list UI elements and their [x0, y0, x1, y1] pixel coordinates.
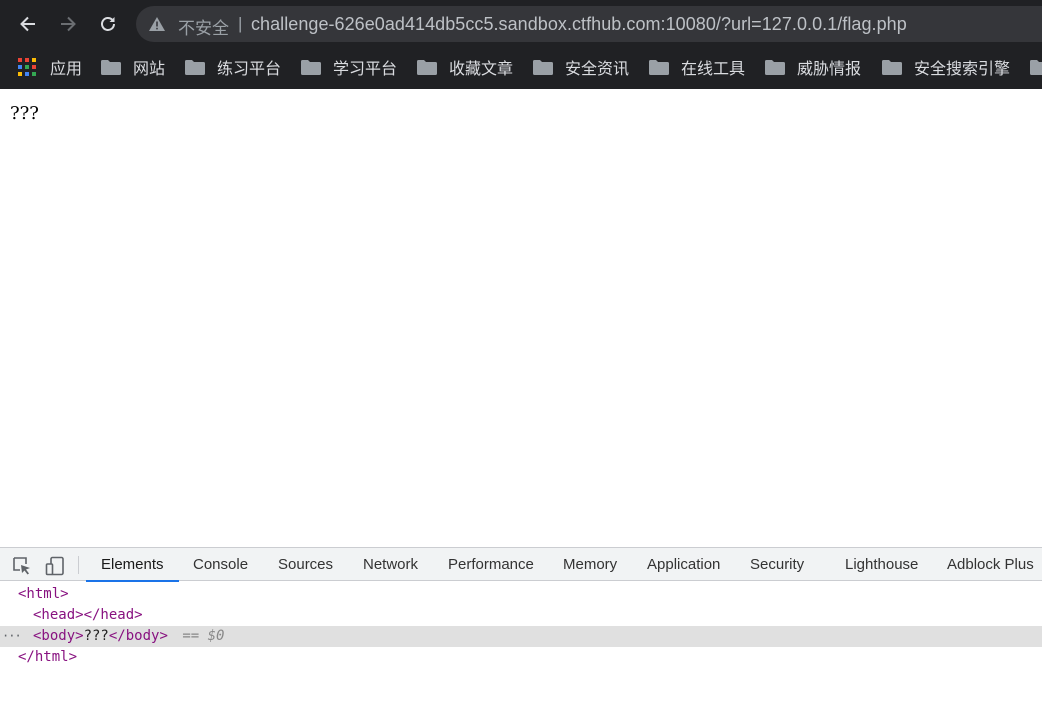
tab-adblock-plus[interactable]: Adblock Plus [947, 548, 1034, 581]
body-text-node: ??? [83, 628, 109, 644]
bookmark-folder[interactable]: 威胁情报 [765, 54, 861, 80]
forward-button[interactable] [54, 10, 82, 38]
bookmark-folder[interactable]: 在线工具 [649, 54, 745, 80]
bookmark-apps[interactable]: 应用 [18, 54, 82, 80]
page-body-text: ??? [10, 103, 39, 124]
dom-node-html-open[interactable]: <html> [0, 584, 1042, 605]
reload-button[interactable] [94, 10, 122, 38]
url-text[interactable]: challenge-626e0ad414db5cc5.sandbox.ctfhu… [251, 14, 907, 35]
bookmark-label: 安全资讯 [565, 59, 630, 78]
bookmarks-bar: 应用 网站 练习平台 学习平台 收藏文章 安全资讯 在线工具 威胁情报 安全搜索… [0, 50, 1042, 82]
bookmark-overflow-folder[interactable] [1030, 54, 1042, 80]
folder-icon [185, 59, 205, 75]
navigation-bar: 不安全 | challenge-626e0ad414db5cc5.sandbox… [0, 0, 1042, 48]
dom-node-html-close[interactable]: </html> [0, 647, 1042, 668]
selected-node-marker: == $0 [182, 628, 225, 644]
bookmark-folder[interactable]: 学习平台 [301, 54, 397, 80]
html-open-tag: <html> [18, 586, 69, 602]
folder-icon [649, 59, 669, 75]
folder-icon [765, 59, 785, 75]
bookmark-folder[interactable]: 练习平台 [185, 54, 281, 80]
tab-security[interactable]: Security [750, 548, 804, 581]
inspect-element-icon[interactable] [12, 556, 32, 576]
tab-application[interactable]: Application [647, 548, 720, 581]
bookmark-label: 在线工具 [681, 59, 746, 78]
tab-sources[interactable]: Sources [278, 548, 333, 581]
arrow-left-icon [20, 16, 35, 32]
bookmark-folder[interactable]: 网站 [101, 54, 165, 80]
bookmark-folder[interactable]: 收藏文章 [417, 54, 513, 80]
body-open-tag: <body> [33, 628, 84, 644]
head-close-tag: </head> [83, 607, 143, 623]
toolbar-divider [78, 556, 79, 574]
apps-grid-icon [18, 58, 38, 76]
html-close-tag: </html> [18, 649, 78, 665]
folder-icon [882, 59, 902, 75]
folder-icon [1030, 59, 1042, 75]
bookmark-label: 网站 [133, 59, 166, 78]
devtools-panel: Elements Console Sources Network Perform… [0, 547, 1042, 711]
security-status-label[interactable]: 不安全 [178, 14, 229, 39]
bookmark-label: 收藏文章 [449, 59, 514, 78]
folder-icon [533, 59, 553, 75]
bookmark-label: 学习平台 [333, 59, 398, 78]
bookmark-folder[interactable]: 安全资讯 [533, 54, 629, 80]
bookmark-folder[interactable]: 安全搜索引擎 [882, 54, 1010, 80]
folder-icon [417, 59, 437, 75]
tab-console[interactable]: Console [193, 548, 248, 581]
node-actions-ellipsis[interactable]: ··· [2, 626, 22, 647]
address-bar[interactable]: 不安全 | challenge-626e0ad414db5cc5.sandbox… [136, 6, 1042, 42]
arrow-right-icon [61, 16, 76, 32]
bookmark-label: 练习平台 [217, 59, 282, 78]
back-button[interactable] [14, 10, 42, 38]
tab-performance[interactable]: Performance [448, 548, 534, 581]
bookmark-label: 应用 [50, 59, 83, 78]
body-close-tag: </body> [108, 628, 168, 644]
head-open-tag: <head> [33, 607, 84, 623]
folder-icon [301, 59, 321, 75]
browser-chrome: 不安全 | challenge-626e0ad414db5cc5.sandbox… [0, 0, 1042, 89]
folder-icon [101, 59, 121, 75]
tab-memory[interactable]: Memory [563, 548, 617, 581]
device-toolbar-icon[interactable] [45, 556, 65, 576]
bookmark-label: 威胁情报 [797, 59, 862, 78]
tab-lighthouse[interactable]: Lighthouse [845, 548, 918, 581]
tab-network[interactable]: Network [363, 548, 418, 581]
address-separator: | [238, 14, 243, 33]
reload-icon [101, 17, 115, 31]
tab-elements[interactable]: Elements [86, 548, 178, 582]
dom-node-head[interactable]: <head></head> [0, 605, 1042, 626]
warning-triangle-icon [149, 17, 165, 31]
bookmark-label: 安全搜索引擎 [914, 59, 1011, 78]
devtools-tab-bar: Elements Console Sources Network Perform… [0, 547, 1042, 582]
dom-node-body-selected[interactable]: ··· <body>???</body> == $0 [0, 626, 1042, 647]
